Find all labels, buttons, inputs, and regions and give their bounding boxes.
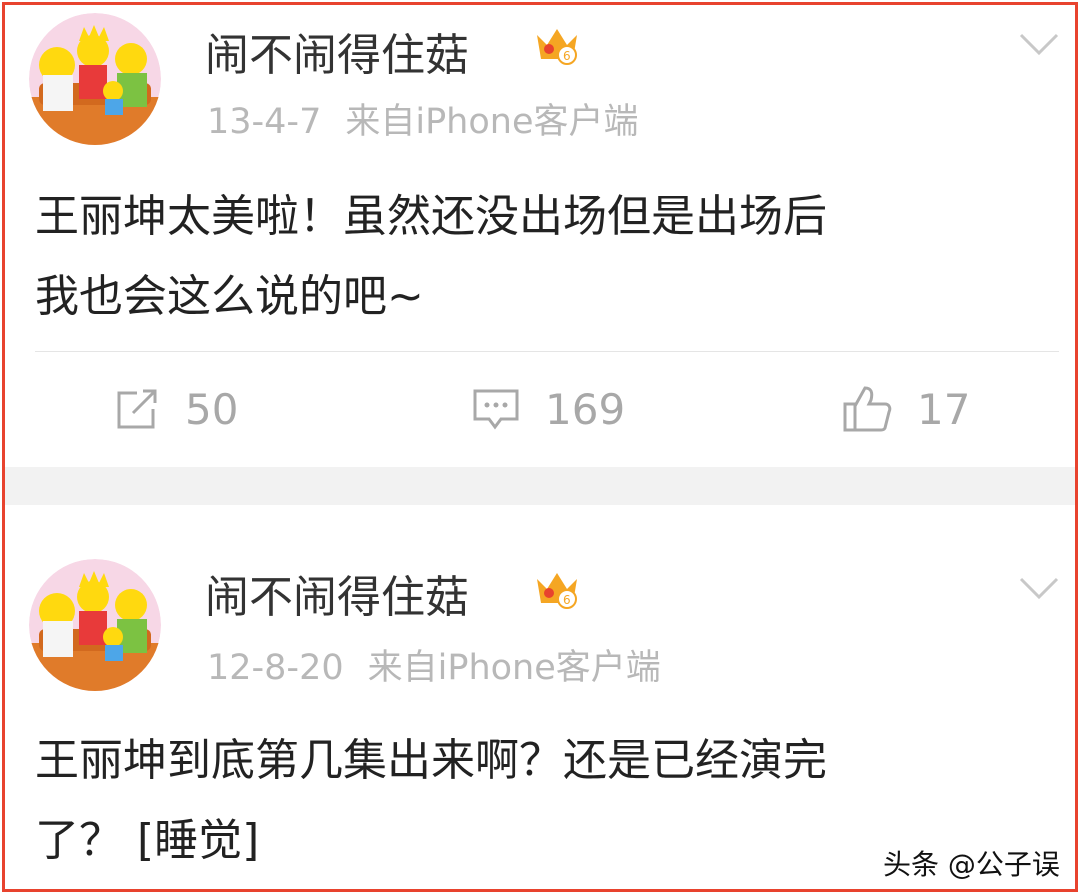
svg-text:6: 6 <box>563 593 571 607</box>
chevron-down-icon[interactable] <box>1017 31 1061 57</box>
weibo-post: 闹不闹得住菇 6 12-8-20 来自iPhone客户端 王丽坤到底第几集出来啊？… <box>5 505 1075 889</box>
post-meta: 12-8-20 来自iPhone客户端 <box>207 639 661 690</box>
post-content: 王丽坤太美啦！虽然还没出场但是出场后 我也会这么说的吧~ <box>35 177 1045 337</box>
post-source: 来自iPhone客户端 <box>345 102 639 142</box>
svg-text:6: 6 <box>563 49 571 63</box>
username[interactable]: 闹不闹得住菇 <box>205 561 469 625</box>
repost-button[interactable]: 50 <box>113 381 238 437</box>
content-line: 我也会这么说的吧~ <box>35 271 424 322</box>
screenshot-frame: 闹不闹得住菇 6 13-4-7 来自iPhone客户端 王丽坤太美啦！虽然还没出场… <box>2 2 1078 892</box>
crown-badge-icon: 6 <box>537 573 577 609</box>
comment-icon <box>473 389 519 430</box>
post-date: 12-8-20 <box>207 648 344 688</box>
post-meta: 13-4-7 来自iPhone客户端 <box>207 93 639 144</box>
username[interactable]: 闹不闹得住菇 <box>205 19 469 83</box>
repost-count: 50 <box>185 384 239 434</box>
avatar[interactable] <box>29 13 161 145</box>
like-count: 17 <box>917 384 971 434</box>
content-line: 王丽坤到底第几集出来啊？还是已经演完 <box>35 735 827 786</box>
avatar[interactable] <box>29 559 161 691</box>
post-separator <box>5 467 1075 505</box>
divider <box>35 351 1059 352</box>
comment-count: 169 <box>545 384 626 434</box>
repost-icon <box>117 389 157 429</box>
comment-button[interactable]: 169 <box>471 381 625 437</box>
post-source: 来自iPhone客户端 <box>367 648 661 688</box>
like-button[interactable]: 17 <box>841 381 970 437</box>
content-line: 王丽坤太美啦！虽然还没出场但是出场后 <box>35 191 827 242</box>
watermark: 头条 @公子误 <box>883 848 1060 881</box>
chevron-down-icon[interactable] <box>1017 575 1061 601</box>
weibo-post: 闹不闹得住菇 6 13-4-7 来自iPhone客户端 王丽坤太美啦！虽然还没出场… <box>5 5 1075 465</box>
thumbs-up-icon <box>843 386 892 432</box>
crown-badge-icon: 6 <box>537 29 577 65</box>
post-date: 13-4-7 <box>207 102 322 142</box>
